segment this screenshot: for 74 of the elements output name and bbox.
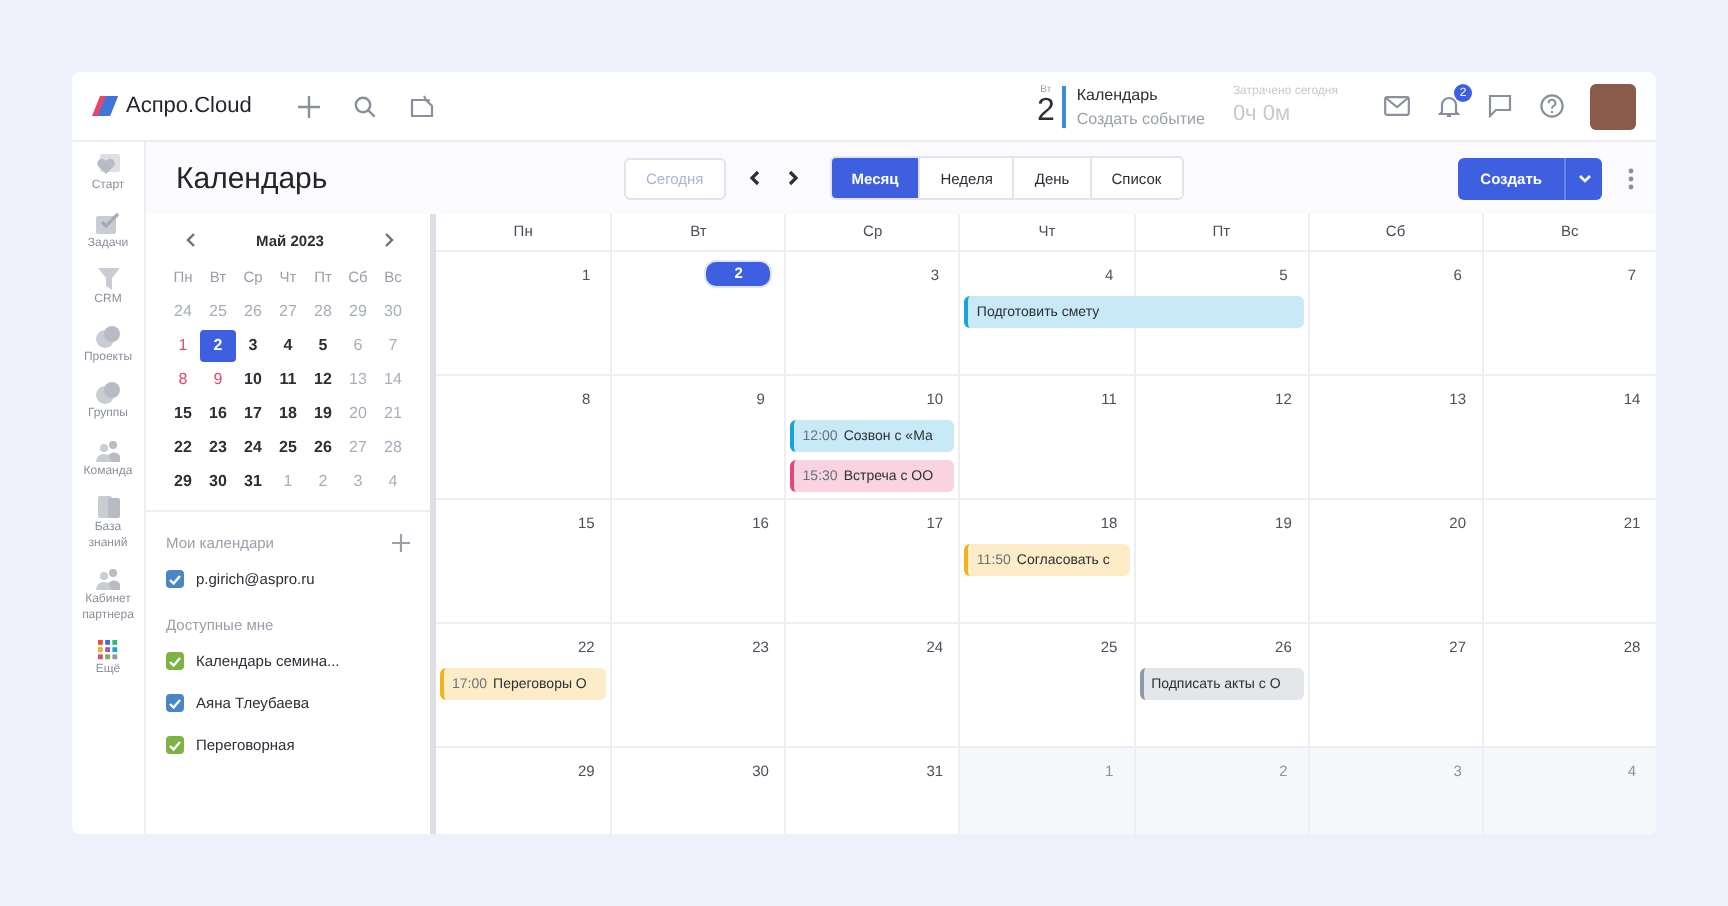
next-month-icon[interactable] xyxy=(381,230,398,250)
logo-icon xyxy=(92,96,118,116)
calendar-checkbox[interactable] xyxy=(166,570,184,588)
date-cell[interactable]: 6 xyxy=(340,330,376,362)
date-cell[interactable]: 16 xyxy=(200,398,236,430)
people-icon xyxy=(96,568,120,590)
circles-icon xyxy=(96,325,120,347)
date-cell[interactable]: 30 xyxy=(375,296,411,328)
create-event-link[interactable]: Создать событие xyxy=(1076,109,1205,127)
book-icon xyxy=(97,496,119,518)
date-cell[interactable]: 3 xyxy=(340,466,376,498)
search-icon[interactable] xyxy=(351,92,380,120)
sticker-icon[interactable] xyxy=(407,92,436,120)
date-cell[interactable]: 12 xyxy=(305,364,341,396)
date-cell[interactable]: 10 xyxy=(235,364,271,396)
date-cell[interactable]: 8 xyxy=(165,364,201,396)
date-cell[interactable]: 31 xyxy=(235,466,271,498)
date-cell[interactable]: 2 xyxy=(200,330,236,362)
date-cell[interactable]: 23 xyxy=(200,432,236,464)
date-cell[interactable]: 15 xyxy=(165,398,201,430)
help-icon[interactable] xyxy=(1538,92,1566,120)
check-icon xyxy=(96,211,120,233)
date-cell[interactable]: 1 xyxy=(165,330,201,362)
date-cell[interactable]: 24 xyxy=(235,432,271,464)
date-cell[interactable]: 28 xyxy=(305,296,341,328)
date-cell[interactable]: 22 xyxy=(165,432,201,464)
date-cell[interactable]: 25 xyxy=(200,296,236,328)
date-cell[interactable]: 27 xyxy=(340,432,376,464)
date-cell[interactable]: 4 xyxy=(270,330,306,362)
calendar-checkbox[interactable] xyxy=(166,694,184,712)
people-icon xyxy=(96,439,120,461)
date-cell[interactable]: 4 xyxy=(375,466,411,498)
date-cell[interactable]: 29 xyxy=(340,296,376,328)
widget-title: Календарь xyxy=(1076,85,1160,103)
circles-icon xyxy=(96,382,120,404)
chat-icon[interactable] xyxy=(1486,92,1514,120)
date-cell[interactable]: 30 xyxy=(200,466,236,498)
avatar[interactable] xyxy=(1590,83,1636,129)
date-cell[interactable]: 20 xyxy=(340,398,376,430)
previous-month-icon[interactable] xyxy=(182,230,198,250)
heart-icon xyxy=(96,154,120,176)
add-icon[interactable] xyxy=(390,532,410,552)
date-cell[interactable]: 28 xyxy=(375,432,411,464)
add-icon[interactable] xyxy=(295,92,324,120)
date-cell[interactable]: 3 xyxy=(235,330,271,362)
date-cell[interactable]: 7 xyxy=(375,330,411,362)
date-cell[interactable]: 27 xyxy=(270,296,306,328)
more-icon[interactable] xyxy=(1626,166,1636,190)
calendar-checkbox[interactable] xyxy=(166,736,184,754)
date-cell[interactable]: 21 xyxy=(375,398,411,430)
date-cell[interactable]: 25 xyxy=(270,432,306,464)
app-logo: Аспро.Cloud xyxy=(126,94,252,118)
apps-grid-icon xyxy=(98,640,118,660)
date-cell[interactable]: 19 xyxy=(305,398,341,430)
date-cell[interactable]: 11 xyxy=(270,364,306,396)
page-title: Календарь xyxy=(176,161,330,195)
day-number: 2 xyxy=(1036,95,1055,127)
date-cell[interactable]: 2 xyxy=(305,466,341,498)
date-cell[interactable]: 9 xyxy=(200,364,236,396)
mail-icon[interactable] xyxy=(1382,92,1410,120)
date-cell[interactable]: 24 xyxy=(165,296,201,328)
date-cell[interactable]: 17 xyxy=(235,398,271,430)
date-cell[interactable]: 5 xyxy=(305,330,341,362)
date-cell[interactable]: 13 xyxy=(340,364,376,396)
bell-icon[interactable] xyxy=(1434,92,1462,120)
date-cell[interactable]: 14 xyxy=(375,364,411,396)
date-cell[interactable]: 26 xyxy=(305,432,341,464)
date-cell[interactable]: 26 xyxy=(235,296,271,328)
time-spent-value: 0ч 0м xyxy=(1232,102,1293,126)
funnel-icon xyxy=(97,268,119,290)
date-cell[interactable]: 18 xyxy=(270,398,306,430)
calendar-checkbox[interactable] xyxy=(166,652,184,670)
date-cell[interactable]: 1 xyxy=(270,466,306,498)
date-cell[interactable]: 29 xyxy=(165,466,201,498)
